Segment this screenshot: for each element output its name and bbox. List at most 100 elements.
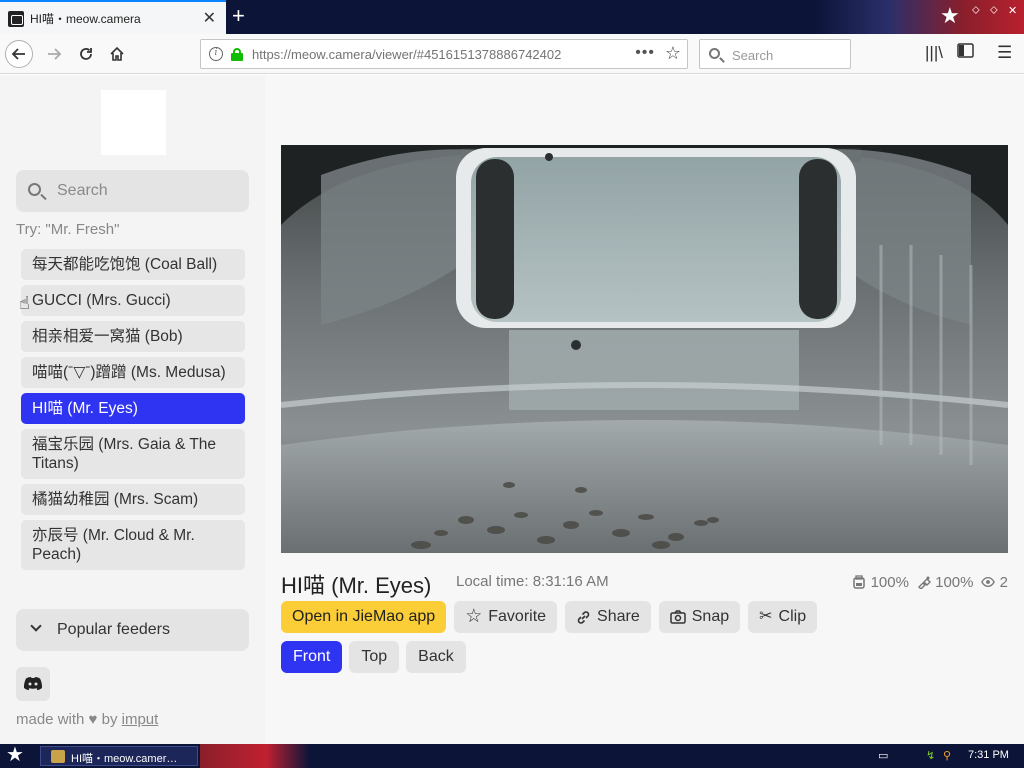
viewers-stat: 2 [981,573,1008,591]
credit-prefix: made with [16,711,85,728]
view-back-button[interactable]: Back [406,641,466,673]
star-outline-icon: ☆ [465,606,483,627]
discord-icon [23,677,43,691]
camera-item-mrs-gaia[interactable]: 福宝乐园 (Mrs. Gaia & The Titans) [21,429,245,479]
clock: 7:31 PM [968,749,1009,761]
search-hint: Try: "Mr. Fresh" [16,221,120,238]
hand-cursor-icon: ☝ [19,293,30,313]
share-button[interactable]: Share [565,601,651,633]
os-taskbar: ★ HI喵・meow.camer… ▭ ↯ ⚲ 7:31 PM [0,744,1024,768]
camera-info-row: HI喵 (Mr. Eyes) Local time: 8:31:16 AM 10… [281,566,1008,598]
favorite-button[interactable]: ☆ Favorite [454,601,558,633]
camera-item-ms-medusa[interactable]: 喵喵(ˉ▽ˉ)蹭蹭 (Ms. Medusa) [21,357,245,388]
camera-icon [670,610,686,624]
browser-search-input[interactable]: Search [699,39,851,69]
start-star-icon[interactable]: ★ [6,744,24,766]
clip-button[interactable]: ✂ Clip [748,601,818,633]
scissors-icon: ✂ [759,608,773,625]
reload-icon [80,48,92,60]
hamburger-menu-icon[interactable]: ☰ [997,43,1012,63]
camera-item-mr-eyes[interactable]: HI喵 (Mr. Eyes) [21,393,245,424]
home-button[interactable] [103,40,131,68]
minimize-icon[interactable]: ⬦ [972,4,980,17]
site-logo [101,90,166,155]
favorite-label: Favorite [488,608,547,625]
home-icon [110,46,124,61]
feeder-icon [917,576,931,589]
reload-button[interactable] [72,40,100,68]
site-info-icon[interactable]: i [209,47,223,61]
page-actions-icon[interactable]: ••• [635,44,655,62]
browser-app-icon [51,750,65,763]
discord-button[interactable] [16,667,50,701]
camera-view-selector: Front Top Back [281,641,466,673]
local-time: Local time: 8:31:16 AM [456,573,609,590]
camera-item-mrs-scam[interactable]: 橘猫幼稚园 (Mrs. Scam) [21,484,245,515]
camera-item-mrs-gucci[interactable]: GUCCI (Mrs. Gucci) [21,285,245,316]
browser-tab[interactable]: HI喵・meow.camera ✕ [0,0,226,34]
url-bar[interactable]: i https://meow.camera/viewer/#4516151378… [200,39,688,69]
camera-video-feed[interactable] [281,145,1008,553]
forward-button[interactable] [40,40,68,68]
snap-button[interactable]: Snap [658,601,741,633]
page: Search Try: "Mr. Fresh" 每天都能吃饱饱 (Coal Ba… [0,75,1024,744]
view-front-button[interactable]: Front [281,641,343,673]
camera-search-input[interactable]: Search [16,170,249,212]
main-content: HI喵 (Mr. Eyes) Local time: 8:31:16 AM 10… [265,75,1024,744]
library-icon[interactable]: |||\ [925,43,943,63]
open-in-jiemao-button[interactable]: Open in JieMao app [281,601,447,633]
view-top-button[interactable]: Top [349,641,400,673]
sidebar-toggle-icon[interactable] [957,43,974,63]
star-icon: ★ [940,3,960,28]
snap-label: Snap [691,608,730,625]
camera-feed-image [281,145,1008,553]
water-level-stat: 100% [917,573,973,591]
search-icon [709,48,720,59]
heart-icon: ♥ [88,711,98,728]
open-in-jiemao-label: Open in JieMao app [292,608,436,625]
popular-feeders-label: Popular feeders [57,621,170,638]
search-icon [28,183,41,196]
popular-feeders-toggle[interactable]: Popular feeders [16,609,249,651]
taskbar-decoration [200,744,310,768]
new-tab-icon[interactable]: + [232,2,245,30]
camera-search-placeholder: Search [57,182,108,199]
arrow-right-icon [48,48,62,60]
action-bar: Open in JieMao app ☆ Favorite Share Snap… [281,601,818,633]
search-tray-icon[interactable]: ⚲ [943,749,951,762]
camera-item-bob[interactable]: 相亲相爱一窝猫 (Bob) [21,321,245,352]
share-label: Share [597,608,640,625]
taskbar-window-button[interactable]: HI喵・meow.camer… [40,746,198,766]
camera-item-mr-cloud[interactable]: 亦辰号 (Mr. Cloud & Mr. Peach) [21,520,245,570]
credit-by: by [101,711,118,728]
bookmark-star-icon[interactable]: ☆ [665,43,681,64]
eye-icon [981,576,996,588]
food-level-stat: 100% [852,573,909,591]
sidebar: Search Try: "Mr. Fresh" 每天都能吃饱饱 (Coal Ba… [0,75,265,744]
credit-line: made with ♥ by imput [16,711,158,728]
site-favicon-icon [8,11,24,27]
window-close-icon[interactable]: ✕ [1008,4,1017,17]
taskbar-window-label: HI喵・meow.camer… [71,753,178,765]
camera-stats: 100% 100% 2 [852,573,1008,591]
arrow-left-icon [11,48,25,60]
back-button[interactable] [5,40,33,68]
viewer-count: 2 [999,574,1008,591]
network-icon[interactable]: ↯ [926,749,935,762]
lock-icon[interactable] [231,48,243,61]
close-tab-icon[interactable]: ✕ [203,8,216,28]
imput-link[interactable]: imput [122,711,159,728]
browser-tab-strip: HI喵・meow.camera ✕ + ★ ⬦ ⬦ ✕ [0,0,1024,34]
tab-title: HI喵・meow.camera [30,12,141,26]
url-text[interactable]: https://meow.camera/viewer/#451615137888… [252,47,561,62]
camera-list: 每天都能吃饱饱 (Coal Ball) GUCCI (Mrs. Gucci) 相… [21,249,245,575]
chevron-down-icon [30,620,42,632]
clip-label: Clip [778,608,807,625]
maximize-icon[interactable]: ⬦ [990,4,998,17]
food-level: 100% [870,574,909,591]
camera-item-coal-ball[interactable]: 每天都能吃饱饱 (Coal Ball) [21,249,245,280]
camera-title: HI喵 (Mr. Eyes) [281,573,432,598]
browser-nav-bar: i https://meow.camera/viewer/#4516151378… [0,34,1024,74]
food-container-icon [853,575,866,589]
keyboard-icon[interactable]: ▭ [878,749,888,762]
